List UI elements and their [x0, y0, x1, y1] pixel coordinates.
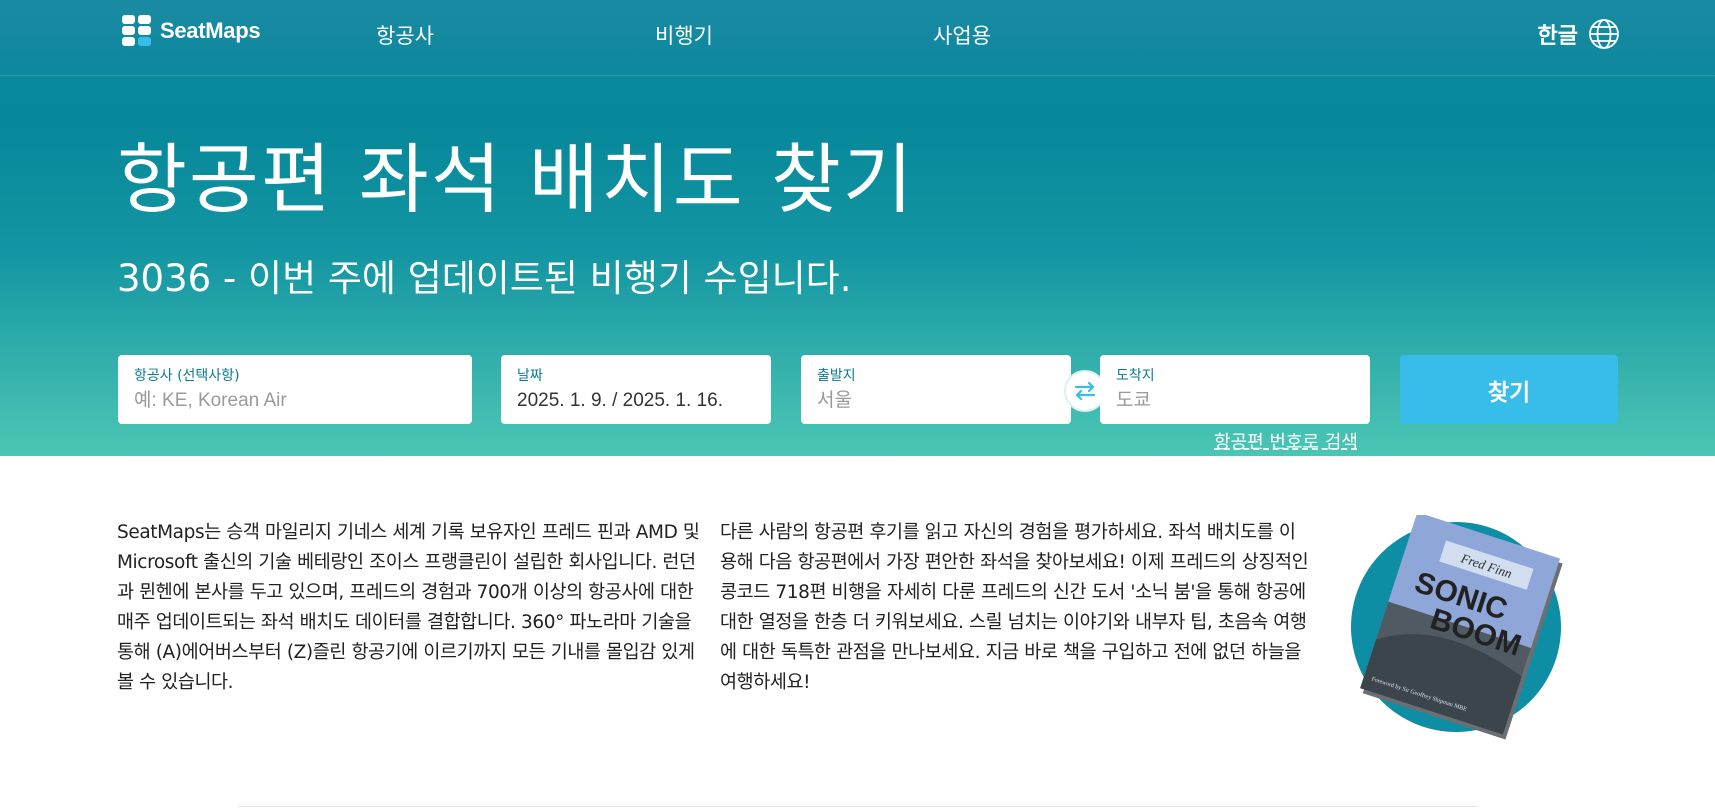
destination-input[interactable]: [1116, 390, 1354, 412]
swap-arrows-icon: [1074, 381, 1096, 401]
sonic-boom-book-image[interactable]: Fred Finn SONIC BOOM Foreword by Sir Geo…: [1320, 512, 1590, 740]
origin-input[interactable]: [817, 390, 1055, 412]
date-label: 날짜: [517, 368, 543, 384]
date-input[interactable]: [517, 390, 755, 412]
page-title: 항공편 좌석 배치도 찾기: [117, 135, 915, 224]
destination-field[interactable]: 도착지: [1100, 355, 1370, 424]
logo-text: SeatMaps: [160, 18, 261, 43]
destination-label: 도착지: [1116, 368, 1155, 384]
origin-label: 출발지: [817, 368, 856, 384]
globe-icon: [1589, 19, 1619, 49]
airline-label: 항공사 (선택사항): [134, 368, 240, 384]
seatmaps-logo-icon: [120, 14, 154, 48]
logo[interactable]: SeatMaps: [120, 14, 261, 48]
language-selector[interactable]: 한글: [1538, 18, 1620, 50]
airline-input[interactable]: [134, 390, 456, 412]
page-subtitle: 3036 - 이번 주에 업데이트된 비행기 수입니다.: [117, 257, 852, 300]
find-button[interactable]: 찾기: [1400, 355, 1618, 424]
book-promo-paragraph: 다른 사람의 항공편 후기를 읽고 자신의 경험을 평가하세요. 좌석 배치도를…: [720, 522, 1309, 693]
about-paragraph: SeatMaps는 승객 마일리지 기네스 세계 기록 보유자인 프레드 핀과 …: [117, 522, 700, 693]
nav-item-airlines[interactable]: 항공사: [376, 20, 434, 50]
airline-field[interactable]: 항공사 (선택사항): [118, 355, 472, 424]
date-field[interactable]: 날짜: [501, 355, 771, 424]
language-label: 한글: [1537, 24, 1578, 49]
nav-item-aircraft[interactable]: 비행기: [655, 20, 713, 50]
origin-field[interactable]: 출발지: [801, 355, 1071, 424]
search-by-flight-number-link[interactable]: 항공편 번호로 검색: [1214, 428, 1358, 454]
hero-banner: SeatMaps 항공사 비행기 사업용 한글 항공편 좌석 배치도 찾기 30…: [0, 0, 1715, 456]
section-divider: [238, 806, 1478, 807]
top-navigation: SeatMaps 항공사 비행기 사업용 한글: [0, 0, 1715, 76]
nav-item-business[interactable]: 사업용: [933, 20, 991, 50]
